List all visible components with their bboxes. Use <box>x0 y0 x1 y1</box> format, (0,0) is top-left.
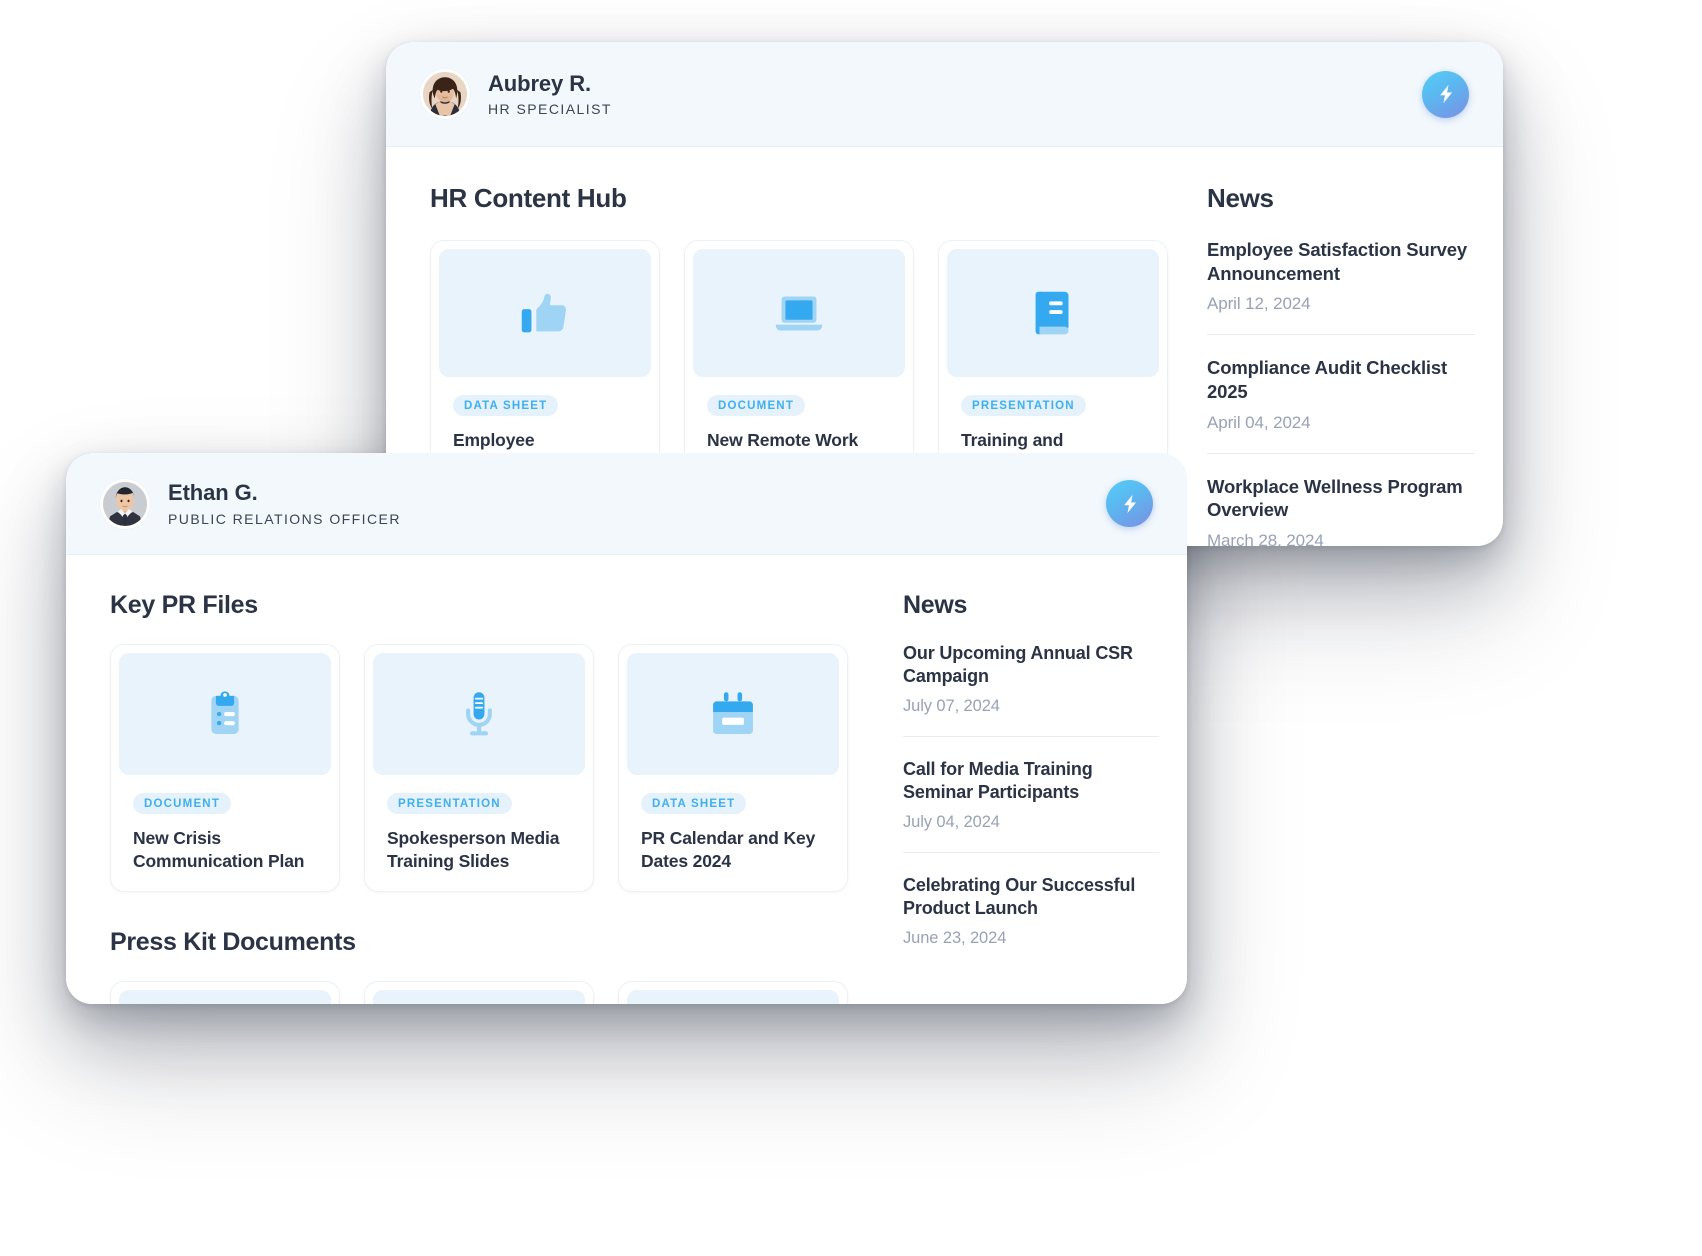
card-tag: PRESENTATION <box>961 395 1086 416</box>
news-date: June 23, 2024 <box>903 929 1007 948</box>
press-kit-card-grid <box>110 981 887 1004</box>
pr-news-column: News Our Upcoming Annual CSR Campaign Ju… <box>887 555 1187 1004</box>
card-title: Spokesperson Media Training Slides <box>387 828 560 872</box>
doc-card[interactable] <box>618 981 848 1004</box>
doc-card[interactable] <box>110 981 340 1004</box>
pr-main-column: Key PR Files DOCUMENT New Crisis Communi… <box>66 555 887 1004</box>
woman-avatar-icon <box>423 72 467 116</box>
lightning-bolt-icon <box>1439 84 1452 104</box>
card-title: New Crisis Communication Plan <box>133 828 305 872</box>
lightning-bolt-badge[interactable] <box>1422 70 1469 118</box>
user-name: Aubrey R. <box>488 70 592 96</box>
card-thumbnail <box>373 990 585 1004</box>
card-thumbnail <box>947 249 1159 377</box>
news-headline: Call for Media Training Seminar Particip… <box>903 759 1093 803</box>
news-date: March 28, 2024 <box>1207 531 1324 546</box>
hr-window-header: Aubrey R. HR SPECIALIST <box>386 42 1503 147</box>
card-thumbnail <box>439 249 651 377</box>
card-tag: DOCUMENT <box>133 793 232 814</box>
microphone-icon <box>466 692 492 736</box>
doc-card[interactable]: DOCUMENT New Crisis Communication Plan <box>110 644 340 893</box>
news-item[interactable]: Celebrating Our Successful Product Launc… <box>903 852 1159 968</box>
news-date: April 04, 2024 <box>1207 412 1311 432</box>
news-item[interactable]: Compliance Audit Checklist 2025 April 04… <box>1207 334 1475 452</box>
page-title: HR Content Hub <box>430 183 627 213</box>
news-item[interactable]: Call for Media Training Seminar Particip… <box>903 736 1159 852</box>
card-thumbnail <box>627 990 839 1004</box>
user-meta: Aubrey R. HR SPECIALIST <box>488 71 612 117</box>
news-date: July 07, 2024 <box>903 697 1000 716</box>
card-tag: PRESENTATION <box>387 793 512 814</box>
press-kit-title: Press Kit Documents <box>110 928 356 957</box>
news-item[interactable]: Employee Satisfaction Survey Announcemen… <box>1207 238 1475 334</box>
thumbs-up-icon <box>521 293 566 333</box>
news-headline: Our Upcoming Annual CSR Campaign <box>903 643 1133 687</box>
news-headline: Compliance Audit Checklist 2025 <box>1207 357 1448 403</box>
user-role: HR SPECIALIST <box>488 101 612 118</box>
card-thumbnail <box>693 249 905 377</box>
avatar[interactable] <box>100 478 150 529</box>
pr-window-header: Ethan G. PUBLIC RELATIONS OFFICER <box>66 453 1187 555</box>
user-role: PUBLIC RELATIONS OFFICER <box>168 510 401 527</box>
hr-news-column: News Employee Satisfaction Survey Announ… <box>1185 147 1503 546</box>
user-meta: Ethan G. PUBLIC RELATIONS OFFICER <box>168 480 401 526</box>
doc-card[interactable]: PRESENTATION Spokesperson Media Training… <box>364 644 594 893</box>
news-item[interactable]: Workplace Wellness Program Overview Marc… <box>1207 452 1475 546</box>
news-headline: Celebrating Our Successful Product Launc… <box>903 875 1136 919</box>
card-title: PR Calendar and Key Dates 2024 <box>641 828 816 872</box>
doc-card[interactable]: DATA SHEET PR Calendar and Key Dates 202… <box>618 644 848 893</box>
book-icon <box>1035 291 1069 335</box>
doc-card[interactable] <box>364 981 594 1004</box>
pr-files-card-grid: DOCUMENT New Crisis Communication Plan P… <box>110 644 887 893</box>
clipboard-icon <box>211 691 239 734</box>
news-panel-title: News <box>903 591 968 619</box>
card-tag: DOCUMENT <box>707 395 806 416</box>
laptop-icon <box>775 296 823 331</box>
news-headline: Employee Satisfaction Survey Announcemen… <box>1207 239 1468 284</box>
news-item[interactable]: Our Upcoming Annual CSR Campaign July 07… <box>903 642 1159 736</box>
pr-dashboard-window[interactable]: Ethan G. PUBLIC RELATIONS OFFICER Key PR… <box>66 453 1187 1004</box>
page-title: Key PR Files <box>110 591 258 619</box>
man-avatar-icon <box>103 481 147 526</box>
card-tag: DATA SHEET <box>641 793 747 814</box>
avatar[interactable] <box>420 69 470 119</box>
calendar-icon <box>713 692 753 734</box>
card-thumbnail <box>119 990 331 1004</box>
card-tag: DATA SHEET <box>453 395 559 416</box>
news-date: July 04, 2024 <box>903 813 1000 832</box>
news-panel-title: News <box>1207 183 1274 213</box>
lightning-bolt-icon <box>1123 494 1136 513</box>
screenshot-stage: Aubrey R. HR SPECIALIST HR Content Hub D… <box>0 0 1702 1256</box>
card-thumbnail <box>627 653 839 775</box>
user-name: Ethan G. <box>168 480 258 506</box>
news-date: April 12, 2024 <box>1207 294 1311 314</box>
card-thumbnail <box>373 653 585 775</box>
news-headline: Workplace Wellness Program Overview <box>1207 475 1463 521</box>
lightning-bolt-badge[interactable] <box>1106 480 1153 527</box>
card-thumbnail <box>119 653 331 775</box>
